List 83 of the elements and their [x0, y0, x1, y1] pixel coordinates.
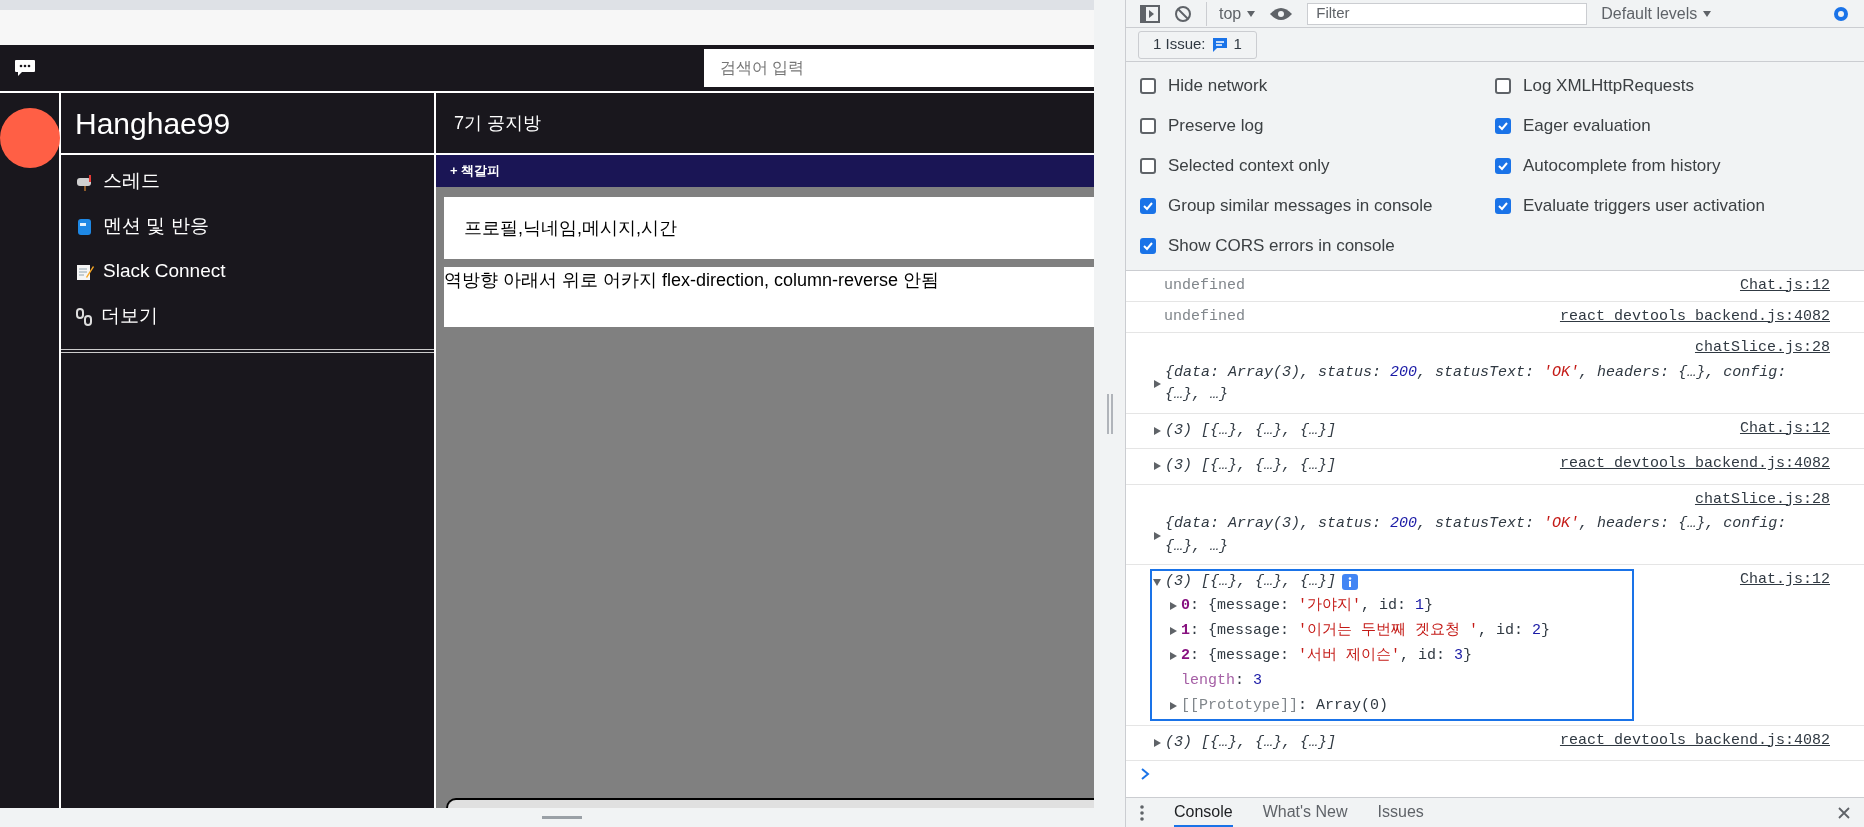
levels-dropdown[interactable]: Default levels: [1601, 1, 1712, 26]
message-text: 역방향 아래서 위로 어카지 flex-direction, column-reverse 안됨: [444, 270, 940, 290]
source-link[interactable]: chatSlice.js:28: [1694, 337, 1830, 360]
message-input-field[interactable]: [446, 798, 1094, 808]
info-icon[interactable]: [1342, 574, 1359, 591]
source-link[interactable]: react_devtools_backend.js:4082: [1559, 453, 1830, 476]
console-array: (3) [{…}, {…}, {…}]: [1165, 732, 1337, 753]
property-line: [[Prototype]]: Array(0): [1181, 695, 1389, 716]
sidebar-item[interactable]: 더보기: [61, 294, 434, 339]
drawer-tab[interactable]: Issues: [1377, 798, 1424, 827]
setting-label: Show CORS errors in console: [1168, 235, 1395, 258]
expand-icon[interactable]: [1152, 577, 1162, 588]
setting-label: Preserve log: [1168, 115, 1264, 138]
chat-icon[interactable]: [14, 59, 36, 77]
prompt-icon[interactable]: [1140, 767, 1150, 781]
workspace-name: Hanghae99: [75, 105, 231, 142]
search-field[interactable]: 검색어 입력: [704, 49, 1094, 87]
close-icon[interactable]: [1838, 806, 1850, 819]
checkbox[interactable]: [1495, 158, 1511, 174]
context-dropdown[interactable]: top: [1206, 1, 1256, 26]
setting-label: Selected context only: [1168, 155, 1330, 178]
expand-icon[interactable]: [1168, 626, 1178, 636]
checkbox[interactable]: [1140, 118, 1156, 134]
filter-field[interactable]: Filter: [1307, 2, 1588, 25]
bookmark-button[interactable]: + 책갈피: [436, 155, 1094, 187]
clear-icon[interactable]: [1174, 4, 1192, 23]
drawer-tab[interactable]: Console: [1174, 798, 1233, 827]
sidebar-item[interactable]: 스레드: [61, 159, 434, 204]
console-object: {data: Array(3), status: 200, statusText: 'OK', headers: {…}, config: {…}, …}: [1165, 362, 1788, 405]
sidebar-toggle-icon[interactable]: [1140, 4, 1160, 23]
console-array: (3) [{…}, {…}, {…}]: [1165, 456, 1337, 476]
source-link[interactable]: react_devtools_backend.js:4082: [1559, 729, 1830, 752]
expand-icon[interactable]: [1168, 601, 1178, 611]
checkbox[interactable]: [1495, 78, 1511, 94]
caret-icon: [1703, 10, 1712, 17]
checkbox[interactable]: [1495, 118, 1511, 134]
expand-icon[interactable]: [1152, 530, 1162, 541]
source-link[interactable]: react_devtools_backend.js:4082: [1559, 305, 1830, 329]
expand-icon[interactable]: [1152, 461, 1162, 472]
checkbox[interactable]: [1495, 198, 1511, 214]
source-link[interactable]: Chat.js:12: [1740, 569, 1830, 592]
settings-icon[interactable]: [1832, 4, 1850, 23]
checkbox[interactable]: [1140, 198, 1156, 214]
console-array: (3) [{…}, {…}, {…}]: [1165, 572, 1337, 592]
expand-icon[interactable]: [1152, 737, 1162, 748]
setting-label: Evaluate triggers user activation: [1523, 195, 1765, 218]
expand-icon[interactable]: [1168, 701, 1178, 711]
caret-icon: [1247, 10, 1256, 17]
setting-label: Eager evaluation: [1523, 115, 1651, 138]
drawer-tab[interactable]: What's New: [1262, 798, 1348, 827]
source-link[interactable]: Chat.js:12: [1740, 274, 1830, 298]
property-line: 0: {message: '가야지', id: 1}: [1181, 595, 1434, 616]
property-line: 2: {message: '서버 제이슨', id: 3}: [1181, 645, 1473, 666]
message-text: 프로필,닉네임,메시지,시간: [464, 216, 677, 240]
message-icon: [1211, 36, 1228, 53]
console-object: {data: Array(3), status: 200, statusText: 'OK', headers: {…}, config: {…}, …}: [1165, 514, 1788, 557]
checkbox[interactable]: [1140, 78, 1156, 94]
console-array: (3) [{…}, {…}, {…}]: [1165, 420, 1337, 441]
channel-title: 7기 공지방: [454, 111, 541, 135]
property-line: length: 3: [1181, 670, 1263, 691]
source-link[interactable]: Chat.js:12: [1740, 417, 1830, 440]
grip-icon: [1105, 393, 1114, 434]
source-link[interactable]: chatSlice.js:28: [1694, 488, 1830, 511]
console-message: undefined: [1164, 307, 1245, 325]
checkbox[interactable]: [1140, 238, 1156, 254]
more-icon[interactable]: [1140, 804, 1144, 821]
setting-label: Autocomplete from history: [1523, 155, 1721, 178]
expand-icon[interactable]: [1168, 651, 1178, 661]
sidebar-item[interactable]: 멘션 및 반응: [61, 204, 434, 249]
sidebar-item[interactable]: Slack Connect: [61, 249, 434, 294]
resize-handle[interactable]: [542, 816, 582, 819]
expand-icon[interactable]: [1152, 425, 1162, 436]
setting-label: Log XMLHttpRequests: [1523, 75, 1695, 98]
setting-label: Group similar messages in console: [1168, 195, 1433, 218]
expand-icon[interactable]: [1152, 379, 1162, 389]
workspace-avatar[interactable]: [0, 108, 60, 168]
setting-label: Hide network: [1168, 75, 1268, 98]
console-message: undefined: [1164, 276, 1245, 294]
chain-icon: [75, 306, 93, 327]
eye-icon[interactable]: [1269, 5, 1294, 22]
issues-button[interactable]: 1 Issue: 1: [1138, 30, 1257, 59]
checkbox[interactable]: [1140, 158, 1156, 174]
property-line: 1: {message: '이거는 두번째 겟요청 ', id: 2}: [1181, 620, 1551, 641]
